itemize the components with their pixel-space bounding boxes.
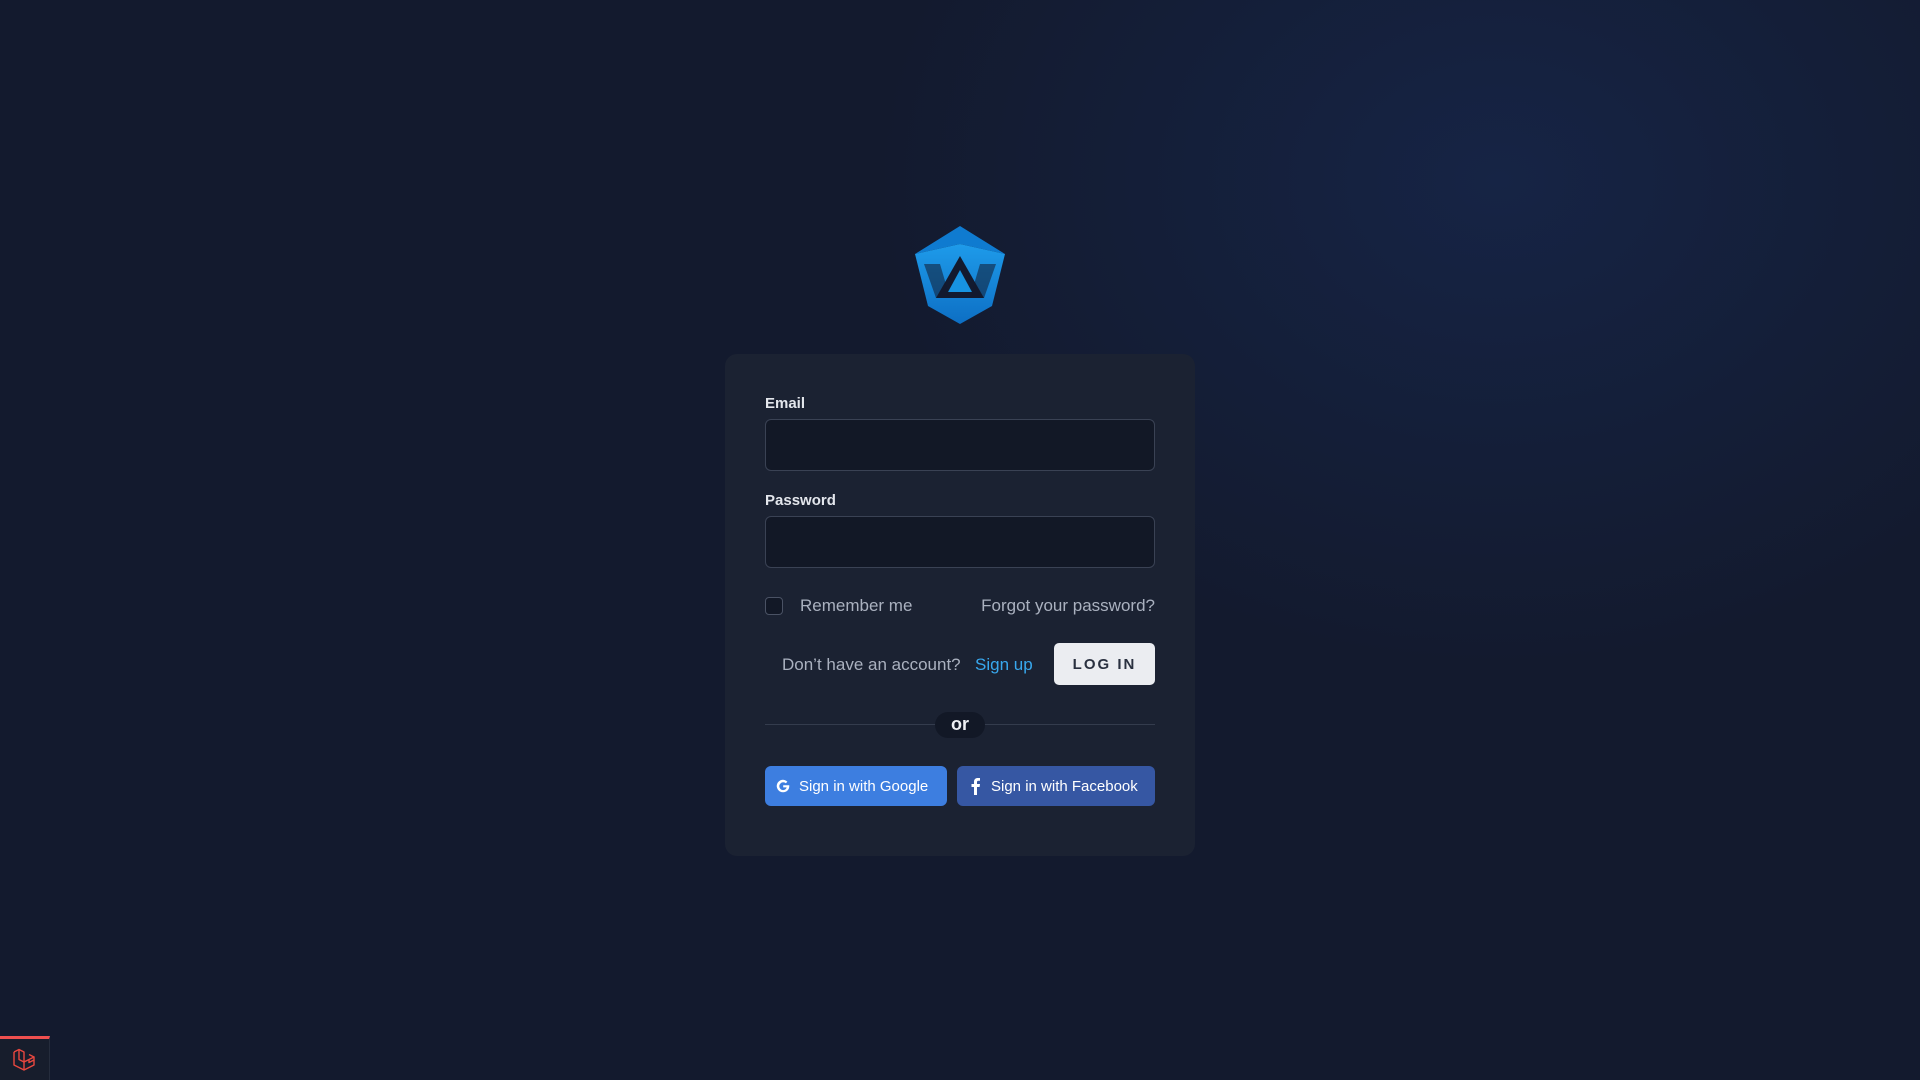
email-field[interactable]	[765, 419, 1155, 471]
remember-label[interactable]: Remember me	[800, 596, 912, 616]
password-field[interactable]	[765, 516, 1155, 568]
password-label: Password	[765, 492, 836, 509]
signup-prompt: Don’t have an account?	[782, 655, 961, 674]
google-g-icon	[775, 777, 791, 795]
email-label: Email	[765, 395, 806, 412]
facebook-signin-button[interactable]: Sign in with Facebook	[957, 766, 1155, 806]
app-logo	[910, 224, 1010, 324]
remember-row: Remember me Forgot your password?	[765, 594, 1155, 618]
remember-checkbox[interactable]	[765, 597, 783, 615]
facebook-f-icon	[967, 777, 983, 795]
laravel-icon	[12, 1048, 35, 1071]
action-row: Don’t have an account? Sign up LOG IN	[765, 643, 1155, 685]
divider-or: or	[935, 712, 985, 738]
facebook-signin-label: Sign in with Facebook	[991, 777, 1138, 795]
debugbar-tab[interactable]	[0, 1036, 50, 1080]
google-signin-button[interactable]: Sign in with Google	[765, 766, 947, 806]
crown-logo-icon	[915, 226, 1005, 324]
google-signin-label: Sign in with Google	[799, 777, 929, 795]
login-button[interactable]: LOG IN	[1054, 643, 1155, 685]
signup-link[interactable]: Sign up	[975, 655, 1033, 675]
login-card: Email Password Remember me Forgot your p…	[725, 354, 1195, 856]
forgot-password-link[interactable]: Forgot your password?	[981, 596, 1155, 616]
